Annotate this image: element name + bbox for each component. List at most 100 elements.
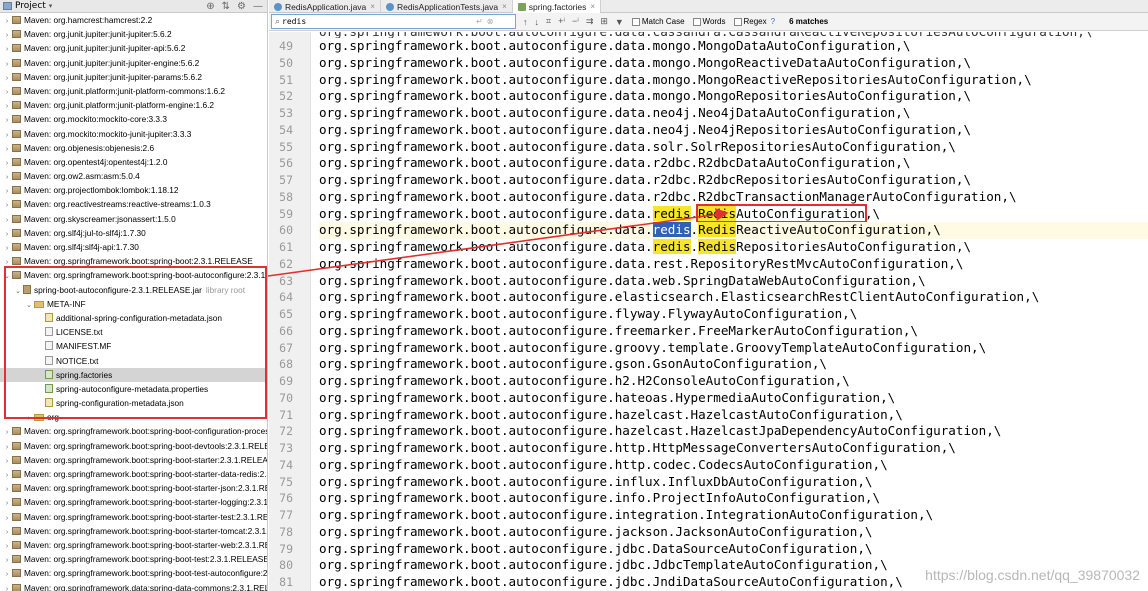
chevron-right-icon[interactable]: › <box>2 568 12 580</box>
code-line[interactable]: 65 org.springframework.boot.autoconfigure… <box>279 306 1148 323</box>
chevron-right-icon[interactable]: › <box>2 526 12 538</box>
tab-spring-factories[interactable]: spring.factories × <box>512 0 602 13</box>
remove-occurrence-icon[interactable]: −ⁱ <box>572 16 579 27</box>
chevron-right-icon[interactable]: › <box>2 483 12 495</box>
tree-item[interactable]: › Maven: org.springframework.boot:spring-… <box>0 467 267 481</box>
add-occurrence-icon[interactable]: +ⁱ <box>558 16 565 27</box>
tab-close-icon[interactable]: × <box>370 2 375 11</box>
code-line[interactable]: 54 org.springframework.boot.autoconfigure… <box>279 122 1148 139</box>
checkbox-box[interactable] <box>631 17 640 26</box>
toggle-occurrences-icon[interactable]: ⇉ <box>586 16 594 27</box>
next-occurrence-icon[interactable]: ↓ <box>535 17 540 27</box>
tree-item[interactable]: spring-configuration-metadata.json <box>0 396 267 410</box>
code-line[interactable]: 59 org.springframework.boot.autoconfigure… <box>279 203 1148 223</box>
regex-help-icon[interactable]: ? <box>771 17 775 26</box>
tree-item[interactable]: › Maven: org.objenesis:objenesis:2.6 <box>0 141 267 155</box>
tree-item[interactable]: spring.factories <box>0 367 267 382</box>
tree-item[interactable]: › Maven: org.springframework.boot:spring-… <box>0 254 267 268</box>
select-all-occurrences-icon[interactable]: ⌗ <box>546 16 551 27</box>
tree-item[interactable]: › org <box>0 410 267 424</box>
chevron-right-icon[interactable]: › <box>2 512 12 524</box>
chevron-right-icon[interactable]: › <box>2 583 12 591</box>
tree-item[interactable]: ⌄ spring-boot-autoconfigure-2.3.1.RELEASE… <box>0 283 267 297</box>
code-line[interactable]: 74 org.springframework.boot.autoconfigure… <box>279 457 1148 474</box>
new-line-icon[interactable]: ↵ <box>476 17 483 26</box>
collapse-all-icon[interactable]: ⇅ <box>222 1 230 12</box>
code-line[interactable]: 76 org.springframework.boot.autoconfigure… <box>279 490 1148 507</box>
clear-search-icon[interactable]: ⊗ <box>487 17 494 26</box>
tree-item[interactable]: › Maven: org.junit.platform:junit-platfor… <box>0 98 267 112</box>
chevron-right-icon[interactable]: › <box>2 199 12 211</box>
tree-item[interactable]: › Maven: org.springframework.boot:spring-… <box>0 481 267 495</box>
filter-icon[interactable]: ▼ <box>615 17 624 27</box>
code-line[interactable]: 73 org.springframework.boot.autoconfigure… <box>279 440 1148 457</box>
chevron-right-icon[interactable]: › <box>2 455 12 467</box>
project-view-dropdown-icon[interactable]: ▾ <box>49 2 53 10</box>
code-line[interactable]: 61 org.springframework.boot.autoconfigure… <box>279 239 1148 256</box>
code-line[interactable]: 49 org.springframework.boot.autoconfigure… <box>279 38 1148 55</box>
tree-item[interactable]: additional-spring-configuration-metadata… <box>0 311 267 325</box>
tab-close-icon[interactable]: × <box>502 2 507 11</box>
tree-item[interactable]: › Maven: org.springframework.boot:spring-… <box>0 495 267 509</box>
chevron-right-icon[interactable]: › <box>2 242 12 254</box>
project-title[interactable]: Project <box>15 1 46 11</box>
tree-item[interactable]: › Maven: org.springframework.boot:spring-… <box>0 552 267 566</box>
tree-item[interactable]: › Maven: org.springframework.boot:spring-… <box>0 566 267 580</box>
tree-item[interactable]: NOTICE.txt <box>0 354 267 368</box>
checkbox-box[interactable] <box>692 17 701 26</box>
tree-item[interactable]: › Maven: org.junit.platform:junit-platfor… <box>0 84 267 98</box>
tab-redis-application[interactable]: RedisApplication.java × <box>269 0 381 13</box>
tree-item[interactable]: › Maven: org.reactivestreams:reactive-str… <box>0 197 267 211</box>
code-line[interactable]: 66 org.springframework.boot.autoconfigure… <box>279 323 1148 340</box>
code-line[interactable]: 77 org.springframework.boot.autoconfigure… <box>279 507 1148 524</box>
search-field[interactable]: ⌕ ↵ ⊗ <box>271 14 516 29</box>
code-line[interactable]: 68 org.springframework.boot.autoconfigure… <box>279 356 1148 373</box>
tree-item[interactable]: ⌄ Maven: org.springframework.boot:spring-… <box>0 268 267 282</box>
tree-item[interactable]: › Maven: org.mockito:mockito-core:3.3.3 <box>0 112 267 126</box>
chevron-right-icon[interactable]: › <box>2 86 12 98</box>
tree-item[interactable]: › Maven: org.hamcrest:hamcrest:2.2 <box>0 13 267 27</box>
tree-item[interactable]: › Maven: org.springframework.data:spring-… <box>0 581 267 591</box>
tree-item[interactable]: LICENSE.txt <box>0 325 267 339</box>
tree-item[interactable]: › Maven: org.springframework.boot:spring-… <box>0 424 267 438</box>
chevron-right-icon[interactable]: › <box>2 29 12 41</box>
chevron-right-icon[interactable]: › <box>2 43 12 55</box>
code-line[interactable]: 51 org.springframework.boot.autoconfigure… <box>279 72 1148 89</box>
tab-close-icon[interactable]: × <box>590 2 595 11</box>
code-line[interactable]: 62 org.springframework.boot.autoconfigure… <box>279 256 1148 273</box>
search-icon[interactable]: ⌕ <box>275 16 280 27</box>
chevron-down-icon[interactable]: ⌄ <box>2 270 12 282</box>
tree-item[interactable]: › Maven: org.slf4j:jul-to-slf4j:1.7.30 <box>0 226 267 240</box>
chevron-right-icon[interactable]: › <box>2 426 12 438</box>
chevron-right-icon[interactable]: › <box>2 469 12 481</box>
chevron-right-icon[interactable]: › <box>2 185 12 197</box>
chevron-right-icon[interactable]: › <box>2 143 12 155</box>
tree-item[interactable]: › Maven: org.junit.jupiter:junit-jupiter-… <box>0 41 267 55</box>
code-line[interactable]: 52 org.springframework.boot.autoconfigure… <box>279 88 1148 105</box>
chevron-right-icon[interactable]: › <box>2 540 12 552</box>
code-line[interactable]: 72 org.springframework.boot.autoconfigure… <box>279 423 1148 440</box>
tree-item[interactable]: › Maven: org.springframework.boot:spring-… <box>0 524 267 538</box>
chevron-right-icon[interactable]: › <box>24 412 34 424</box>
tree-item[interactable]: › Maven: org.ow2.asm:asm:5.0.4 <box>0 169 267 183</box>
tree-item[interactable]: › Maven: org.projectlombok:lombok:1.18.12 <box>0 183 267 197</box>
tree-item[interactable]: › Maven: org.springframework.boot:spring-… <box>0 453 267 467</box>
chevron-right-icon[interactable]: › <box>2 100 12 112</box>
tree-item[interactable]: › Maven: org.springframework.boot:spring-… <box>0 439 267 453</box>
settings-gear-icon[interactable]: ⚙ <box>237 1 246 12</box>
tree-item[interactable]: spring-autoconfigure-metadata.properties <box>0 382 267 396</box>
chevron-right-icon[interactable]: › <box>2 72 12 84</box>
tree-item[interactable]: › Maven: org.junit.jupiter:junit-jupiter:… <box>0 27 267 41</box>
hide-panel-icon[interactable]: — <box>253 1 263 12</box>
code-line[interactable]: 67 org.springframework.boot.autoconfigure… <box>279 340 1148 357</box>
code-line[interactable]: 60 org.springframework.boot.autoconfigure… <box>279 222 1148 239</box>
regex-checkbox[interactable]: Regex <box>733 17 767 26</box>
search-input[interactable] <box>282 17 473 26</box>
chevron-down-icon[interactable]: ⌄ <box>13 285 23 297</box>
chevron-right-icon[interactable]: › <box>2 497 12 509</box>
code-line[interactable]: 70 org.springframework.boot.autoconfigure… <box>279 390 1148 407</box>
tree-item[interactable]: › Maven: org.mockito:mockito-junit-jupite… <box>0 127 267 141</box>
chevron-right-icon[interactable]: › <box>2 157 12 169</box>
chevron-right-icon[interactable]: › <box>2 171 12 183</box>
tree-item[interactable]: › Maven: org.junit.jupiter:junit-jupiter-… <box>0 56 267 70</box>
